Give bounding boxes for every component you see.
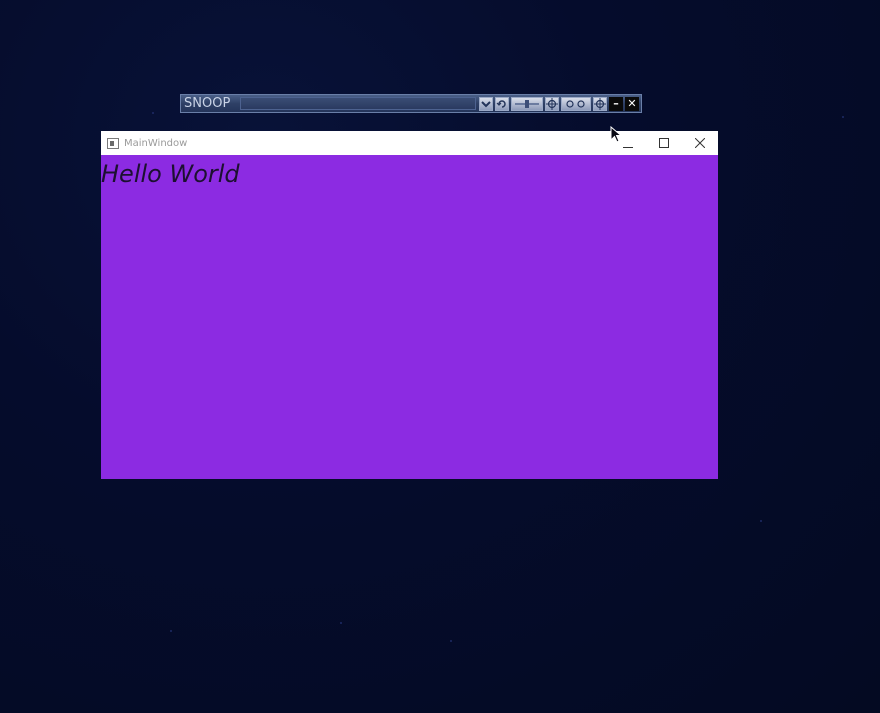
window-titlebar[interactable]: MainWindow <box>101 131 718 155</box>
maximize-button[interactable] <box>646 131 682 155</box>
snoop-dropdown-button[interactable] <box>479 96 493 111</box>
mouse-cursor-icon <box>610 126 623 143</box>
app-icon <box>107 137 119 149</box>
chevron-down-icon <box>481 100 491 107</box>
hello-world-text: Hello World <box>101 160 240 188</box>
snoop-drag-area[interactable] <box>240 97 476 110</box>
window-controls <box>610 131 718 155</box>
minimize-icon <box>623 147 633 148</box>
main-window: MainWindow Hello World <box>101 131 718 479</box>
crosshair-icon <box>546 97 558 110</box>
snoop-close-button[interactable]: ✕ <box>625 96 639 111</box>
snoop-minimize-button[interactable]: – <box>609 96 623 111</box>
close-button[interactable] <box>682 131 718 155</box>
snoop-select-button[interactable] <box>545 96 559 111</box>
snoop-targets-button[interactable] <box>561 96 591 111</box>
snoop-magnify-button[interactable] <box>593 96 607 111</box>
refresh-icon <box>496 99 506 108</box>
maximize-icon <box>659 138 669 148</box>
close-icon <box>695 138 705 148</box>
slider-icon <box>515 99 539 108</box>
snoop-targets-icon <box>566 99 585 108</box>
snoop-title: SNOOP <box>184 96 231 111</box>
crosshair-icon <box>594 97 606 110</box>
snoop-refresh-button[interactable] <box>495 96 509 111</box>
window-title: MainWindow <box>124 137 188 149</box>
snoop-toolbar: SNOOP – ✕ <box>180 94 642 113</box>
snoop-opacity-slider[interactable] <box>511 96 543 111</box>
